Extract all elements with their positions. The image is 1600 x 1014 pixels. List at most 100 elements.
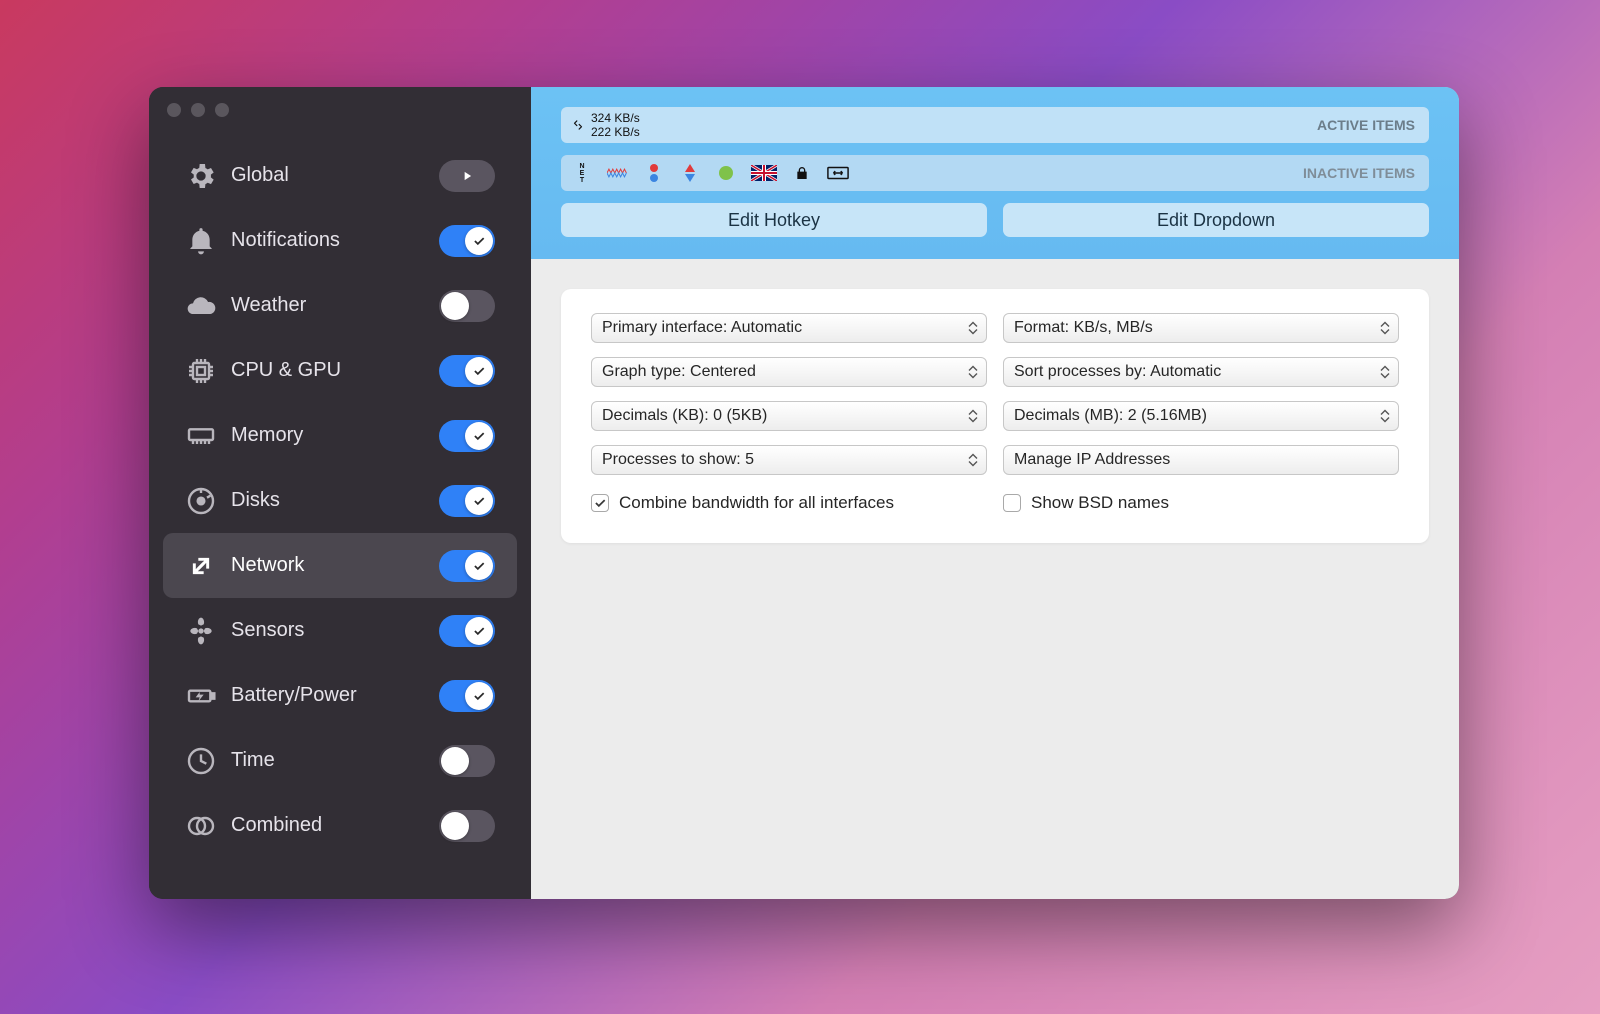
sidebar-item-label: Network: [231, 554, 439, 577]
sidebar-item-sensors[interactable]: Sensors: [163, 598, 517, 663]
chevron-updown-icon: [966, 322, 980, 335]
time-toggle[interactable]: [439, 745, 495, 777]
sidebar-item-label: CPU & GPU: [231, 359, 439, 382]
chevron-updown-icon: [1378, 322, 1392, 335]
zoom-window-button[interactable]: [215, 103, 229, 117]
net-rate-widget: 324 KB/s 222 KB/s: [571, 111, 640, 139]
clock-icon: [185, 745, 217, 777]
sidebar-item-network[interactable]: Network: [163, 533, 517, 598]
fan-icon: [185, 615, 217, 647]
inactive-items-bar[interactable]: NET: [561, 155, 1429, 191]
net-down-rate: 222 KB/s: [591, 125, 640, 139]
sidebar-item-label: Battery/Power: [231, 684, 439, 707]
sensors-toggle[interactable]: [439, 615, 495, 647]
cpu-gpu-toggle[interactable]: [439, 355, 495, 387]
popup-label: Format: KB/s, MB/s: [1014, 319, 1153, 337]
popup-label: Graph type: Centered: [602, 363, 756, 381]
green-dot-icon: [715, 162, 737, 184]
decimals-mb-popup[interactable]: Decimals (MB): 2 (5.16MB): [1003, 401, 1399, 431]
sidebar-item-global[interactable]: Global: [163, 143, 517, 208]
weather-toggle[interactable]: [439, 290, 495, 322]
sidebar-item-label: Notifications: [231, 229, 439, 252]
ethernet-icon: [827, 162, 849, 184]
net-up-rate: 324 KB/s: [591, 111, 640, 125]
sidebar-item-label: Combined: [231, 814, 439, 837]
primary-interface-popup[interactable]: Primary interface: Automatic: [591, 313, 987, 343]
sidebar-item-memory[interactable]: Memory: [163, 403, 517, 468]
preferences-window: Global Notifications Weather CPU & GPU: [149, 87, 1459, 899]
sort-processes-popup[interactable]: Sort processes by: Automatic: [1003, 357, 1399, 387]
combine-bandwidth-row[interactable]: Combine bandwidth for all interfaces: [591, 493, 987, 513]
graph-type-popup[interactable]: Graph type: Centered: [591, 357, 987, 387]
net-letters-icon: NET: [571, 162, 593, 184]
disk-icon: [185, 485, 217, 517]
popup-label: Sort processes by: Automatic: [1014, 363, 1221, 381]
sidebar-item-time[interactable]: Time: [163, 728, 517, 793]
network-icon: [185, 550, 217, 582]
chevron-updown-icon: [966, 366, 980, 379]
sidebar-item-cpu-gpu[interactable]: CPU & GPU: [163, 338, 517, 403]
sidebar-item-label: Time: [231, 749, 439, 772]
traffic-graph-icon: [607, 162, 629, 184]
battery-toggle[interactable]: [439, 680, 495, 712]
notifications-toggle[interactable]: [439, 225, 495, 257]
content-pane: 324 KB/s 222 KB/s ACTIVE ITEMS NET: [531, 87, 1459, 899]
popup-label: Manage IP Addresses: [1014, 451, 1170, 469]
active-items-bar[interactable]: 324 KB/s 222 KB/s ACTIVE ITEMS: [561, 107, 1429, 143]
sidebar-item-label: Memory: [231, 424, 439, 447]
chevron-updown-icon: [966, 410, 980, 423]
checkbox-label: Combine bandwidth for all interfaces: [619, 493, 894, 513]
combined-icon: [185, 810, 217, 842]
popup-label: Processes to show: 5: [602, 451, 754, 469]
dots-icon: [643, 162, 665, 184]
cloud-icon: [185, 290, 217, 322]
lock-icon: [791, 162, 813, 184]
chevron-updown-icon: [966, 454, 980, 467]
format-popup[interactable]: Format: KB/s, MB/s: [1003, 313, 1399, 343]
chevron-updown-icon: [1378, 366, 1392, 379]
decimals-kb-popup[interactable]: Decimals (KB): 0 (5KB): [591, 401, 987, 431]
memory-toggle[interactable]: [439, 420, 495, 452]
network-settings-card: Primary interface: Automatic Format: KB/…: [561, 289, 1429, 543]
sidebar-item-label: Weather: [231, 294, 439, 317]
inactive-icon-strip: NET: [571, 162, 849, 184]
edit-hotkey-button[interactable]: Edit Hotkey: [561, 203, 987, 237]
sidebar-item-notifications[interactable]: Notifications: [163, 208, 517, 273]
triangles-icon: [679, 162, 701, 184]
manage-ip-button[interactable]: Manage IP Addresses: [1003, 445, 1399, 475]
sidebar-item-label: Global: [231, 164, 439, 187]
popup-label: Decimals (MB): 2 (5.16MB): [1014, 407, 1207, 425]
menubar-preview-header: 324 KB/s 222 KB/s ACTIVE ITEMS NET: [531, 87, 1459, 259]
active-items-label: ACTIVE ITEMS: [1317, 117, 1415, 133]
chip-icon: [185, 355, 217, 387]
sidebar: Global Notifications Weather CPU & GPU: [149, 87, 531, 899]
chevron-updown-icon: [1378, 410, 1392, 423]
show-bsd-checkbox[interactable]: [1003, 494, 1021, 512]
bell-icon: [185, 225, 217, 257]
combine-bandwidth-checkbox[interactable]: [591, 494, 609, 512]
disks-toggle[interactable]: [439, 485, 495, 517]
popup-label: Decimals (KB): 0 (5KB): [602, 407, 767, 425]
flag-icon: [751, 162, 777, 184]
window-traffic-lights: [149, 87, 229, 117]
sidebar-item-weather[interactable]: Weather: [163, 273, 517, 338]
sidebar-item-combined[interactable]: Combined: [163, 793, 517, 858]
gear-icon: [185, 160, 217, 192]
play-button[interactable]: [439, 160, 495, 192]
battery-icon: [185, 680, 217, 712]
network-toggle[interactable]: [439, 550, 495, 582]
memory-icon: [185, 420, 217, 452]
sidebar-item-label: Sensors: [231, 619, 439, 642]
combined-toggle[interactable]: [439, 810, 495, 842]
close-window-button[interactable]: [167, 103, 181, 117]
checkbox-label: Show BSD names: [1031, 493, 1169, 513]
sidebar-item-disks[interactable]: Disks: [163, 468, 517, 533]
show-bsd-row[interactable]: Show BSD names: [1003, 493, 1399, 513]
inactive-items-label: INACTIVE ITEMS: [1303, 165, 1415, 181]
edit-dropdown-button[interactable]: Edit Dropdown: [1003, 203, 1429, 237]
sidebar-item-battery[interactable]: Battery/Power: [163, 663, 517, 728]
popup-label: Primary interface: Automatic: [602, 319, 802, 337]
minimize-window-button[interactable]: [191, 103, 205, 117]
processes-to-show-popup[interactable]: Processes to show: 5: [591, 445, 987, 475]
sidebar-item-label: Disks: [231, 489, 439, 512]
